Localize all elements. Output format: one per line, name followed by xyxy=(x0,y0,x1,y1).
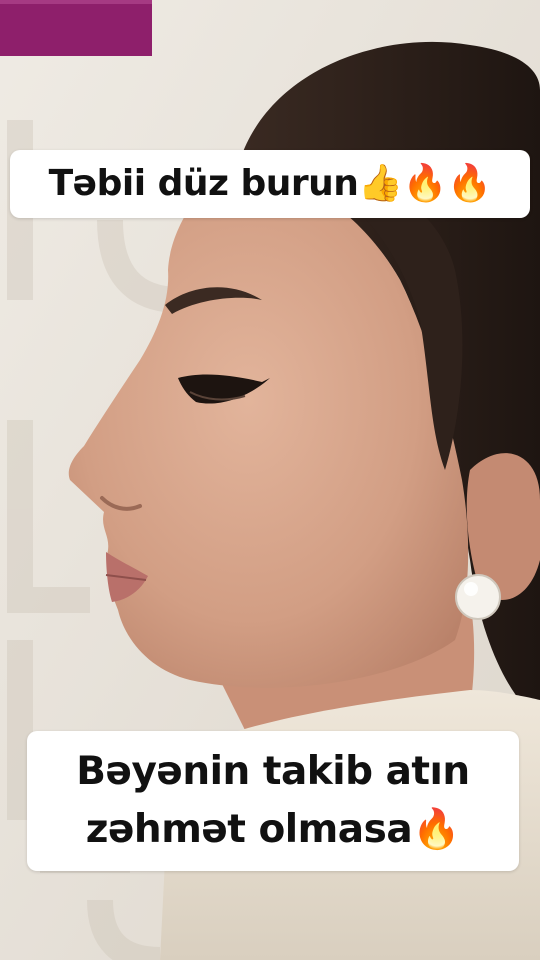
caption-bottom: Bəyənin takib atın zəhmət olmasa🔥 xyxy=(27,731,519,871)
caption-bottom-line2: zəhmət olmasa🔥 xyxy=(85,807,461,852)
caption-bottom-line1: Bəyənin takib atın xyxy=(76,749,470,794)
caption-top: Təbii düz burun👍🔥🔥 xyxy=(10,150,530,218)
brand-bar xyxy=(0,0,152,56)
